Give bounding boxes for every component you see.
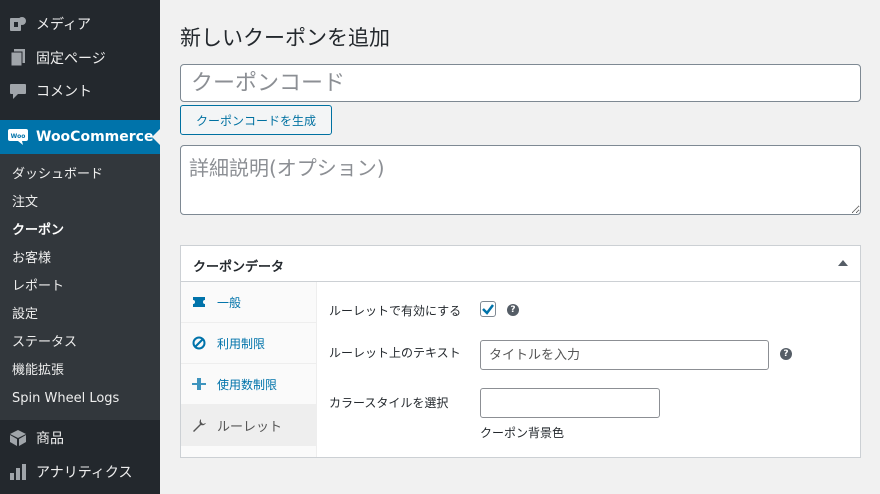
help-icon[interactable]: ? (507, 304, 519, 316)
submenu-item-settings[interactable]: 設定 (12, 301, 38, 329)
menu-item-pages[interactable]: 固定ページ (0, 41, 160, 75)
enable-roulette-label: ルーレットで有効にする (329, 304, 462, 318)
coupon-data-tabs: 一般 利用制限 使用数制限 ルーレット (181, 282, 317, 457)
restriction-icon (191, 336, 207, 350)
roulette-text-input[interactable] (480, 340, 769, 370)
color-style-description: クーポン背景色 (480, 426, 565, 440)
woocommerce-icon: Woo (8, 127, 28, 147)
media-icon (8, 14, 28, 34)
tab-label: 利用制限 (217, 336, 266, 351)
menu-item-woocommerce[interactable]: Woo WooCommerce (0, 120, 160, 154)
submenu-item-spin-wheel-logs[interactable]: Spin Wheel Logs (12, 385, 119, 413)
menu-item-label: 固定ページ (36, 51, 106, 67)
check-icon (482, 304, 494, 315)
menu-item-media[interactable]: メディア (0, 7, 160, 41)
submenu-item-reports[interactable]: レポート (12, 273, 64, 301)
submenu-item-coupons[interactable]: クーポン (12, 217, 64, 245)
menu-item-label: 商品 (36, 431, 64, 447)
roulette-text-label: ルーレット上のテキスト (329, 346, 461, 360)
menu-item-label: メディア (36, 17, 92, 33)
tab-label: 使用数制限 (217, 377, 278, 392)
woocommerce-submenu: ダッシュボード 注文 クーポン お客様 レポート 設定 ステータス 機能拡張 S… (0, 154, 160, 420)
page-title: 新しいクーポンを追加 (180, 26, 390, 50)
collapse-arrow-icon[interactable] (838, 260, 848, 266)
description-textarea[interactable] (180, 145, 861, 215)
pages-icon (8, 48, 28, 68)
coupon-data-panel: クーポンデータ 一般 利用制限 使用数制限 ルーレット ルーレットで有効にする … (180, 245, 861, 458)
panel-title: クーポンデータ (193, 260, 285, 275)
color-style-label: カラースタイルを選択 (329, 396, 449, 410)
submenu-item-extensions[interactable]: 機能拡張 (12, 357, 64, 385)
panel-header: クーポンデータ (181, 246, 860, 282)
menu-item-label: WooCommerce (36, 129, 154, 145)
menu-item-label: アナリティクス (36, 465, 133, 481)
tab-usage-limits[interactable]: 使用数制限 (181, 364, 317, 405)
wrench-icon (191, 418, 207, 432)
submenu-item-status[interactable]: ステータス (12, 329, 77, 357)
menu-item-comments[interactable]: コメント (0, 74, 160, 108)
help-icon[interactable]: ? (780, 348, 792, 360)
enable-roulette-checkbox[interactable] (480, 301, 496, 317)
tab-label: ルーレット (217, 419, 283, 435)
tab-roulette[interactable]: ルーレット (181, 405, 317, 446)
generate-coupon-code-button[interactable]: クーポンコードを生成 (180, 105, 332, 135)
comment-icon (8, 81, 28, 101)
chart-icon (8, 462, 28, 482)
admin-sidebar: メディア 固定ページ コメント Woo WooCommerce ダッシュボード … (0, 0, 160, 494)
menu-item-analytics[interactable]: アナリティクス (0, 455, 160, 489)
tab-general[interactable]: 一般 (181, 282, 317, 323)
tab-label: 一般 (217, 295, 242, 310)
color-style-input[interactable] (480, 388, 660, 418)
woocommerce-logo-text: Woo (11, 133, 26, 140)
ticket-icon (191, 296, 207, 308)
menu-item-label: コメント (36, 84, 92, 100)
submenu-item-orders[interactable]: 注文 (12, 189, 38, 217)
tab-usage-restriction[interactable]: 利用制限 (181, 323, 317, 364)
submenu-item-dashboard[interactable]: ダッシュボード (12, 161, 103, 189)
submenu-item-customers[interactable]: お客様 (12, 245, 51, 273)
box-icon (8, 428, 28, 448)
menu-item-products[interactable]: 商品 (0, 421, 160, 455)
coupon-code-input[interactable] (180, 64, 861, 102)
limit-icon (191, 377, 207, 391)
